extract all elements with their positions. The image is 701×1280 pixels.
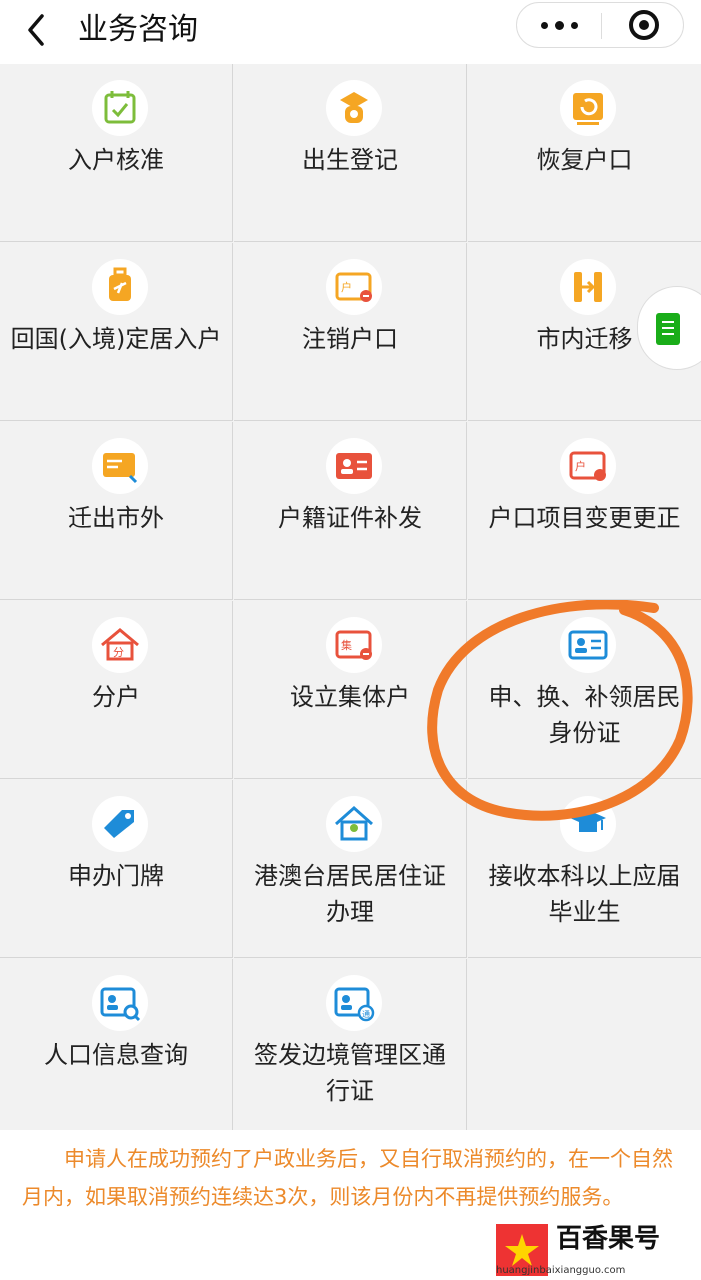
service-item[interactable]: 恢复户口 <box>468 64 701 242</box>
service-label: 港澳台居民居住证办理 <box>254 862 446 926</box>
collective-card-icon: 集 <box>326 617 382 673</box>
service-item[interactable]: 户注销户口 <box>234 243 467 421</box>
service-item[interactable]: 入户核准 <box>0 64 233 242</box>
watermark-name: 百香果号 <box>556 1224 661 1254</box>
residence-house-icon <box>326 796 382 852</box>
document-icon <box>656 313 680 345</box>
hand-drawn-highlight-circle <box>427 600 693 821</box>
baby-icon <box>326 80 382 136</box>
svg-text:户: 户 <box>575 459 586 473</box>
service-label: 分户 <box>92 683 140 711</box>
service-label: 注销户口 <box>302 325 398 353</box>
mini-program-capsule <box>516 2 684 48</box>
service-item[interactable]: 分分户 <box>0 601 233 779</box>
service-label: 户籍证件补发 <box>278 504 422 532</box>
page-title: 业务咨询 <box>78 12 198 47</box>
border-pass-icon: 通 <box>326 975 382 1031</box>
service-label: 迁出市外 <box>68 504 164 532</box>
service-item[interactable]: 出生登记 <box>234 64 467 242</box>
hukou-card-minus-icon: 户 <box>326 259 382 315</box>
svg-text:户: 户 <box>341 280 352 294</box>
svg-text:通: 通 <box>362 1009 370 1019</box>
hukou-card-edit-icon: 户 <box>560 438 616 494</box>
service-item[interactable]: 户籍证件补发 <box>234 422 467 600</box>
id-search-icon <box>92 975 148 1031</box>
watermark-url: huangjinbaixiangguo.com <box>496 1265 626 1276</box>
service-label: 入户核准 <box>68 146 164 174</box>
calendar-check-icon <box>92 80 148 136</box>
house-split-icon: 分 <box>92 617 148 673</box>
watermark: 百香果号 huangjinbaixiangguo.com <box>492 1220 701 1280</box>
service-item[interactable]: 回国(入境)定居入户 <box>0 243 233 421</box>
capsule-divider <box>601 13 602 39</box>
service-label: 户口项目变更更正 <box>488 504 681 532</box>
service-item[interactable]: 迁出市外 <box>0 422 233 600</box>
move-arrow-icon <box>560 259 616 315</box>
service-label: 接收本科以上应届毕业生 <box>488 862 681 926</box>
tag-icon <box>92 796 148 852</box>
card-out-icon <box>92 438 148 494</box>
service-label: 出生登记 <box>302 146 398 174</box>
service-label: 恢复户口 <box>536 146 633 174</box>
service-item[interactable]: 通签发边境管理区通行证 <box>234 959 467 1137</box>
svg-text:分: 分 <box>113 646 124 659</box>
svg-text:集: 集 <box>341 638 352 652</box>
restore-icon <box>560 80 616 136</box>
service-item[interactable]: 人口信息查询 <box>0 959 233 1137</box>
close-circle-icon[interactable] <box>629 10 659 40</box>
luggage-icon <box>92 259 148 315</box>
notice-text: 申请人在成功预约了户政业务后，又自行取消预约的，在一个自然月内，如果取消预约连续… <box>22 1147 673 1209</box>
service-label: 回国(入境)定居入户 <box>10 325 222 353</box>
top-bar: 业务咨询 <box>0 0 701 64</box>
service-item[interactable]: 申办门牌 <box>0 780 233 958</box>
service-label: 人口信息查询 <box>44 1041 188 1069</box>
service-label: 申办门牌 <box>68 862 164 890</box>
more-dots-icon[interactable] <box>517 3 601 47</box>
service-label: 签发边境管理区通行证 <box>254 1041 446 1105</box>
service-item[interactable]: 户户口项目变更更正 <box>468 422 701 600</box>
chevron-left-icon[interactable] <box>22 10 52 50</box>
id-card-icon <box>326 438 382 494</box>
